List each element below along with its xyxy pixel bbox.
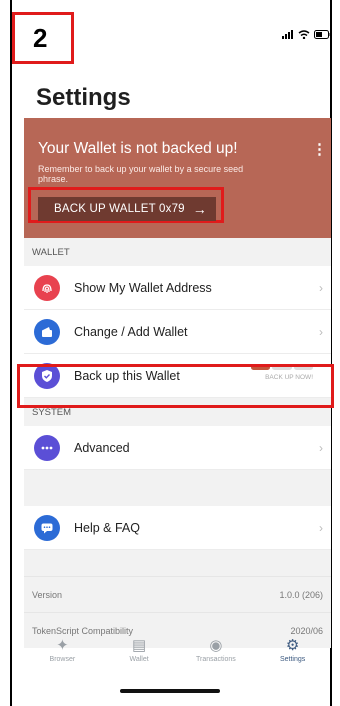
backup-this-wallet-label: Back up this Wallet bbox=[74, 368, 180, 383]
wallet-icon bbox=[34, 318, 60, 345]
backup-progress-indicator: BACK UP NOW! bbox=[251, 365, 313, 381]
tab-transactions[interactable]: ◉ Transactions bbox=[181, 636, 251, 663]
bottom-tab-bar: ✦ Browser ▤ Wallet ◉ Transactions ⚙ Sett… bbox=[24, 636, 331, 676]
chat-icon bbox=[34, 514, 60, 541]
status-bar-icons bbox=[282, 26, 332, 44]
backup-progress-bars bbox=[251, 365, 313, 370]
section-spacer bbox=[24, 470, 331, 506]
home-indicator bbox=[120, 689, 220, 693]
transactions-icon: ◉ bbox=[209, 637, 223, 654]
fingerprint-icon bbox=[34, 274, 60, 301]
browser-icon: ✦ bbox=[56, 637, 69, 654]
section-spacer bbox=[24, 550, 331, 576]
wallet-tab-icon: ▤ bbox=[132, 637, 147, 654]
tab-browser[interactable]: ✦ Browser bbox=[27, 636, 97, 663]
tab-settings[interactable]: ⚙ Settings bbox=[258, 636, 328, 663]
step-number-label: 2 bbox=[12, 12, 74, 64]
arrow-right-icon: → bbox=[192, 201, 207, 217]
help-faq-label: Help & FAQ bbox=[74, 520, 140, 535]
backup-this-wallet-item[interactable]: Back up this Wallet BACK UP NOW! bbox=[24, 354, 331, 398]
show-wallet-address-label: Show My Wallet Address bbox=[74, 280, 212, 295]
shield-icon bbox=[34, 362, 60, 389]
gear-icon: ⚙ bbox=[285, 637, 300, 654]
tokenscript-label: TokenScript Compatibility bbox=[32, 625, 134, 636]
wifi-icon bbox=[298, 26, 310, 44]
tab-settings-label: Settings bbox=[279, 656, 306, 663]
chevron-right-icon: › bbox=[319, 324, 323, 339]
settings-content: Your Wallet is not backed up! Remember t… bbox=[24, 118, 331, 648]
version-row: Version 1.0.0 (206) bbox=[24, 576, 331, 612]
change-add-wallet-item[interactable]: Change / Add Wallet › bbox=[24, 310, 331, 354]
progress-segment bbox=[272, 365, 292, 370]
section-header-wallet: WALLET bbox=[24, 238, 331, 266]
step-number: 2 bbox=[33, 22, 48, 53]
show-wallet-address-item[interactable]: Show My Wallet Address › bbox=[24, 266, 331, 310]
advanced-label: Advanced bbox=[74, 440, 130, 455]
tab-transactions-label: Transactions bbox=[195, 656, 236, 663]
section-header-system: SYSTEM bbox=[24, 398, 331, 426]
signal-icon bbox=[282, 26, 294, 44]
backup-wallet-button-label: BACK UP WALLET 0x79 bbox=[54, 203, 185, 215]
tab-wallet[interactable]: ▤ Wallet bbox=[104, 636, 174, 663]
backup-warning-subtitle: Remember to back up your wallet by a sec… bbox=[38, 164, 244, 184]
version-label: Version bbox=[32, 589, 63, 600]
battery-icon bbox=[314, 26, 332, 44]
change-add-wallet-label: Change / Add Wallet bbox=[74, 324, 188, 339]
tab-browser-label: Browser bbox=[49, 656, 76, 663]
tab-wallet-label: Wallet bbox=[129, 656, 149, 663]
more-icon bbox=[34, 434, 60, 461]
kebab-icon[interactable]: ⋮ bbox=[312, 140, 327, 158]
backup-now-label: BACK UP NOW! bbox=[265, 374, 313, 381]
frame-left-border bbox=[10, 0, 12, 706]
backup-warning-title: Your Wallet is not backed up! bbox=[38, 140, 238, 157]
version-value: 1.0.0 (206) bbox=[279, 589, 323, 600]
tokenscript-value: 2020/06 bbox=[290, 625, 323, 636]
page-title: Settings bbox=[36, 84, 131, 111]
advanced-item[interactable]: Advanced › bbox=[24, 426, 331, 470]
chevron-right-icon: › bbox=[319, 440, 323, 455]
chevron-right-icon: › bbox=[319, 520, 323, 535]
chevron-right-icon: › bbox=[319, 280, 323, 295]
help-faq-item[interactable]: Help & FAQ › bbox=[24, 506, 331, 550]
progress-segment bbox=[293, 365, 313, 370]
backup-wallet-button[interactable]: BACK UP WALLET 0x79 → bbox=[38, 197, 216, 221]
backup-warning-banner: Your Wallet is not backed up! Remember t… bbox=[24, 118, 331, 238]
progress-segment bbox=[251, 365, 271, 370]
